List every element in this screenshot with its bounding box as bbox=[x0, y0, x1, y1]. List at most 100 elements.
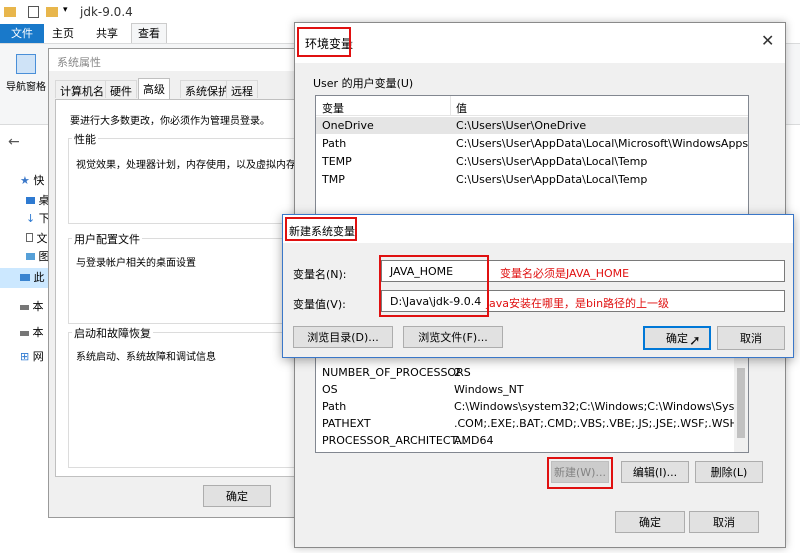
nav-item-label: 本 bbox=[32, 300, 44, 313]
var-value: Windows_NT bbox=[454, 383, 524, 396]
nav-pane-button[interactable]: 导航窗格 bbox=[6, 52, 46, 96]
var-value-field[interactable]: D:\Java\jdk-9.0.4 java安装在哪里，是bin路径的上一级 bbox=[381, 290, 785, 312]
table-row[interactable]: TMP C:\Users\User\AppData\Local\Temp bbox=[316, 171, 734, 188]
sysprops-ok-button[interactable]: 确定 bbox=[203, 485, 271, 507]
newvar-title: 新建系统变量 bbox=[289, 225, 355, 238]
nav-item-network[interactable]: ⊞ 网 bbox=[20, 348, 44, 364]
delete-button[interactable]: 删除(L) bbox=[695, 461, 763, 483]
var-value: 2 bbox=[454, 366, 461, 379]
nav-item-disk-2[interactable]: 本 bbox=[20, 324, 44, 340]
table-row[interactable]: PATHEXT .COM;.EXE;.BAT;.CMD;.VBS;.VBE;.J… bbox=[316, 415, 748, 432]
var-value: C:\Users\User\AppData\Local\Microsoft\Wi… bbox=[456, 137, 749, 150]
table-row[interactable]: OneDrive C:\Users\User\OneDrive bbox=[316, 117, 748, 134]
nav-item-quick-access[interactable]: ★ 快 bbox=[20, 172, 44, 188]
tab-advanced[interactable]: 高级 bbox=[138, 78, 170, 99]
nav-item-label: 此 bbox=[33, 271, 45, 284]
desktop-icon bbox=[26, 197, 35, 204]
new-button[interactable]: 新建(W)... bbox=[551, 461, 609, 483]
new-folder-icon[interactable] bbox=[46, 7, 58, 17]
nav-item-this-pc[interactable]: 此 bbox=[0, 268, 50, 288]
admin-note: 要进行大多数更改，你必须作为管理员登录。 bbox=[70, 116, 270, 127]
newvar-cancel-button[interactable]: 取消 bbox=[717, 326, 785, 350]
var-name: PROCESSOR_ARCHITECT... bbox=[322, 434, 467, 447]
nav-item-documents[interactable]: 文 bbox=[26, 230, 48, 246]
annotation-value: java安装在哪里，是bin路径的上一级 bbox=[486, 297, 670, 310]
envvars-title: 环境变量 bbox=[305, 37, 354, 51]
folder-icon bbox=[4, 7, 16, 17]
envvars-ok-button[interactable]: 确定 bbox=[615, 511, 685, 533]
download-icon: ↓ bbox=[26, 212, 36, 225]
close-icon[interactable]: ✕ bbox=[761, 31, 774, 50]
var-name-field[interactable]: JAVA_HOME 变量名必须是JAVA_HOME bbox=[381, 260, 785, 282]
newvar-ok-button[interactable]: 确定 bbox=[643, 326, 711, 350]
performance-group bbox=[68, 138, 308, 224]
ribbon-tab-file[interactable]: 文件 bbox=[0, 24, 44, 43]
col-divider bbox=[450, 96, 451, 116]
nav-item-downloads[interactable]: ↓ 下 bbox=[26, 210, 50, 226]
sysprops-title: 系统属性 bbox=[57, 56, 101, 69]
ribbon-tab-share[interactable]: 共享 bbox=[96, 24, 126, 43]
tab-hardware[interactable]: 硬件 bbox=[105, 80, 137, 98]
col-variable-header[interactable]: 变量 bbox=[322, 100, 344, 116]
sysprops-tab-content: 要进行大多数更改，你必须作为管理员登录。 性能 视觉效果，处理器计划，内存使用，… bbox=[55, 99, 308, 477]
explorer-titlebar: ▾ jdk-9.0.4 bbox=[0, 0, 800, 24]
browse-directory-button[interactable]: 浏览目录(D)... bbox=[293, 326, 393, 348]
var-value: C:\Users\User\AppData\Local\Temp bbox=[456, 155, 648, 168]
performance-desc: 视觉效果，处理器计划，内存使用，以及虚拟内存 bbox=[76, 160, 296, 171]
sysprops-titlebar: 系统属性 bbox=[49, 49, 309, 71]
picture-icon bbox=[26, 253, 35, 260]
document-icon bbox=[26, 233, 33, 242]
table-row[interactable]: Path C:\Windows\system32;C:\Windows;C:\W… bbox=[316, 398, 748, 415]
nav-item-label: 文 bbox=[36, 232, 48, 245]
annotation-name: 变量名必须是JAVA_HOME bbox=[500, 267, 630, 280]
system-properties-dialog: 系统属性 计算机名 硬件 高级 系统保护 远程 要进行大多数更改，你必须作为管理… bbox=[48, 48, 310, 518]
nav-item-desktop[interactable]: 桌 bbox=[26, 192, 50, 208]
profile-title: 用户配置文件 bbox=[72, 231, 142, 247]
user-vars-header: 变量 值 bbox=[316, 96, 748, 116]
window-title: jdk-9.0.4 bbox=[80, 5, 133, 19]
pc-icon bbox=[20, 274, 30, 281]
var-value-label: 变量值(V): bbox=[293, 298, 346, 311]
nav-pane: ★ 快 桌 ↓ 下 文 图 此 本 本 ⊞ 网 bbox=[0, 160, 50, 370]
browse-file-button[interactable]: 浏览文件(F)... bbox=[403, 326, 503, 348]
var-value-value: D:\Java\jdk-9.0.4 bbox=[390, 295, 482, 308]
var-name: TMP bbox=[322, 173, 345, 186]
star-icon: ★ bbox=[20, 174, 30, 187]
table-row[interactable]: TEMP C:\Users\User\AppData\Local\Temp bbox=[316, 153, 734, 170]
nav-item-pictures[interactable]: 图 bbox=[26, 248, 50, 264]
chevron-down-icon[interactable]: ▾ bbox=[63, 5, 68, 15]
startup-desc: 系统启动、系统故障和调试信息 bbox=[76, 352, 216, 363]
envvars-titlebar: 环境变量 ✕ bbox=[295, 23, 785, 63]
new-system-variable-dialog: 新建系统变量 变量名(N): 变量值(V): JAVA_HOME 变量名必须是J… bbox=[282, 214, 794, 358]
var-name: PATHEXT bbox=[322, 417, 371, 430]
table-row[interactable]: PROCESSOR_ARCHITECT... AMD64 bbox=[316, 432, 734, 449]
profile-group bbox=[68, 238, 308, 324]
nav-pane-icon bbox=[16, 54, 36, 74]
var-value: C:\Users\User\OneDrive bbox=[456, 119, 587, 132]
table-row[interactable]: OS Windows_NT bbox=[316, 381, 734, 398]
var-name: OneDrive bbox=[322, 119, 374, 132]
ribbon-tab-view[interactable]: 查看 bbox=[131, 23, 167, 44]
newvar-titlebar: 新建系统变量 bbox=[283, 215, 793, 243]
var-name-value: JAVA_HOME bbox=[390, 265, 454, 278]
var-name-label: 变量名(N): bbox=[293, 268, 347, 281]
nav-pane-label: 导航窗格 bbox=[6, 82, 46, 93]
profile-desc: 与登录帐户相关的桌面设置 bbox=[76, 258, 196, 269]
edit-button[interactable]: 编辑(I)... bbox=[621, 461, 689, 483]
scroll-thumb[interactable] bbox=[737, 368, 745, 438]
envvars-cancel-button[interactable]: 取消 bbox=[689, 511, 759, 533]
ribbon-tab-home[interactable]: 主页 bbox=[52, 24, 82, 43]
properties-icon[interactable] bbox=[28, 6, 39, 18]
table-row[interactable]: NUMBER_OF_PROCESSORS 2 bbox=[316, 364, 734, 381]
tab-remote[interactable]: 远程 bbox=[226, 80, 258, 98]
nav-item-label: 本 bbox=[32, 326, 44, 339]
var-name: Path bbox=[322, 400, 347, 413]
col-value-header[interactable]: 值 bbox=[456, 100, 467, 116]
mouse-cursor-icon: ➚ bbox=[689, 333, 701, 349]
tab-computer-name[interactable]: 计算机名 bbox=[55, 80, 109, 98]
nav-item-label: 快 bbox=[33, 174, 45, 187]
table-row[interactable]: Path C:\Users\User\AppData\Local\Microso… bbox=[316, 135, 748, 152]
back-arrow-icon[interactable]: ← bbox=[8, 134, 20, 150]
var-name: OS bbox=[322, 383, 338, 396]
nav-item-disk-1[interactable]: 本 bbox=[20, 298, 44, 314]
